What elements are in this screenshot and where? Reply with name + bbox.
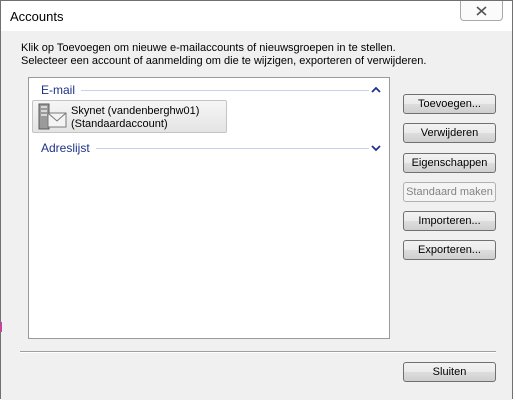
instruction-line-1: Klik op Toevoegen om nieuwe e-mailaccoun… xyxy=(21,42,396,54)
footer-divider xyxy=(20,351,496,353)
group-label-email: E-mail xyxy=(41,83,80,97)
close-icon xyxy=(476,6,487,16)
window-title: Accounts xyxy=(10,9,64,24)
account-text: Skynet (vandenberghw01) (Standaardaccoun… xyxy=(71,105,199,131)
group-header-email[interactable]: E-mail xyxy=(41,83,381,97)
export-button[interactable]: Exporteren... xyxy=(403,240,496,260)
background-mark xyxy=(0,322,2,332)
group-header-address-book[interactable]: Adreslijst xyxy=(41,141,381,155)
chevron-down-icon[interactable] xyxy=(371,143,381,153)
instructions: Klik op Toevoegen om nieuwe e-mailaccoun… xyxy=(21,42,491,68)
account-item-skynet[interactable]: Skynet (vandenberghw01) (Standaardaccoun… xyxy=(32,100,227,133)
dialog-content: Klik op Toevoegen om nieuwe e-mailaccoun… xyxy=(1,31,512,400)
properties-button[interactable]: Eigenschappen xyxy=(403,153,496,173)
group-label-address-book: Adreslijst xyxy=(41,141,94,155)
account-default-label: (Standaardaccount) xyxy=(71,118,168,130)
account-name: Skynet (vandenberghw01) xyxy=(71,105,200,117)
chevron-up-icon[interactable] xyxy=(371,85,381,95)
close-window-button[interactable] xyxy=(460,1,503,21)
set-default-button[interactable]: Standaard maken xyxy=(403,182,496,202)
title-bar[interactable]: Accounts xyxy=(1,1,512,31)
remove-button[interactable]: Verwijderen xyxy=(403,123,496,143)
accounts-list[interactable]: E-mail Skynet (vandenberghw01) (Standaar… xyxy=(28,77,390,339)
accounts-dialog: Accounts Klik op Toevoegen om nieuwe e-m… xyxy=(0,0,513,400)
import-button[interactable]: Importeren... xyxy=(403,211,496,231)
add-button[interactable]: Toevoegen... xyxy=(403,94,496,114)
instruction-line-2: Selecteer een account of aanmelding om d… xyxy=(21,55,427,67)
close-button[interactable]: Sluiten xyxy=(403,362,496,382)
group-divider-address-book xyxy=(95,148,369,149)
group-divider-email xyxy=(81,90,369,91)
mail-server-icon xyxy=(38,103,67,130)
